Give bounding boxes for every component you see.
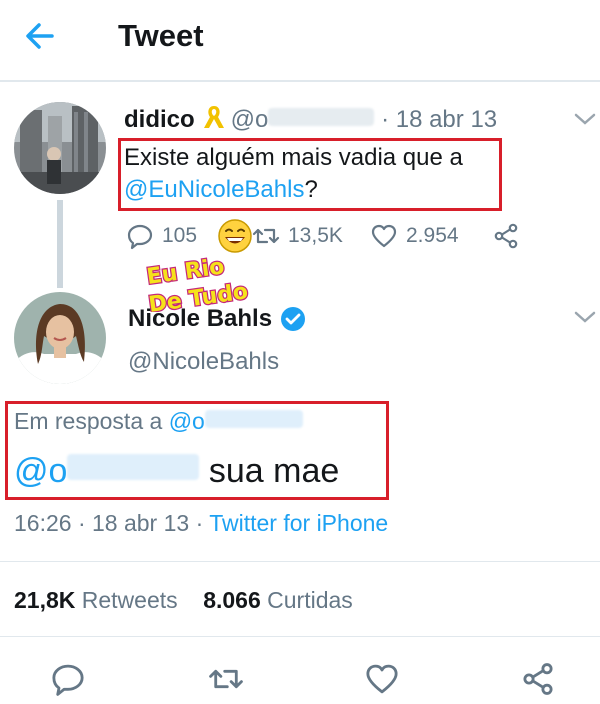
mention-link[interactable]: @EuNicoleBahls (124, 176, 304, 203)
retweets-stat[interactable]: 21,8K Retweets (14, 587, 178, 613)
divider (0, 561, 600, 562)
chevron-down-icon[interactable] (574, 310, 596, 324)
likes-stat[interactable]: 8.066 Curtidas (203, 587, 353, 613)
reply-action[interactable]: 105 (126, 222, 197, 250)
tweet-timestamp: 16:26 · 18 abr 13 · (14, 510, 204, 536)
mention-link[interactable]: @ox (14, 452, 200, 490)
divider (0, 636, 600, 637)
author-name-row: Nicole Bahls (128, 305, 306, 333)
top-bar: Tweet (0, 0, 600, 82)
avatar[interactable] (14, 292, 106, 384)
avatar[interactable] (14, 102, 106, 194)
retweet-icon[interactable] (208, 661, 244, 697)
like-icon[interactable] (364, 661, 400, 697)
thread-line (57, 200, 63, 288)
retweet-icon (252, 228, 280, 244)
tweet-text-end: ? (304, 176, 318, 203)
likes-count: 8.066 (203, 587, 261, 613)
reply-icon (127, 224, 153, 250)
retweet-action[interactable]: 13,5K (252, 222, 343, 250)
author-handle: @NicoleBahls (128, 348, 280, 375)
retweets-label: Retweets (81, 587, 178, 613)
page-title: Tweet (118, 18, 204, 53)
tweet-text-line: @EuNicoleBahls? (124, 174, 463, 206)
tweet-text: Existe alguém mais vadia que a @EuNicole… (124, 142, 463, 206)
ribbon-icon (203, 106, 224, 128)
reply-icon[interactable] (50, 661, 86, 697)
tweet-text-body: sua mae (208, 452, 340, 490)
watermark-logo: Eu Rio De Tudo (144, 253, 251, 312)
reply-context: Em resposta a @ox (14, 408, 303, 435)
retweets-count: 21,8K (14, 587, 76, 613)
share-icon (494, 223, 518, 249)
like-icon (371, 224, 397, 248)
tweet-text: @ox sua mae (14, 452, 339, 491)
tweet-author-row: didico @ox · 18 abr 13 (124, 104, 497, 134)
likes-label: Curtidas (267, 587, 353, 613)
chevron-down-icon[interactable] (574, 112, 596, 126)
share-icon[interactable] (520, 661, 556, 697)
author-handle: @ox (231, 106, 375, 133)
like-count: 2.954 (406, 224, 459, 247)
tweet-meta: 16:26 · 18 abr 13 · Twitter for iPhone (14, 510, 388, 537)
back-arrow-icon[interactable] (22, 18, 58, 54)
share-action[interactable] (492, 222, 520, 250)
tweet-source-link[interactable]: Twitter for iPhone (209, 510, 388, 536)
reply-label: Em resposta a (14, 408, 163, 434)
verified-icon (281, 307, 306, 331)
tweet-stats: 21,8K Retweets 8.066 Curtidas (14, 587, 353, 614)
reply-handle-link[interactable]: @ox (169, 408, 303, 434)
laughing-emoji-icon (218, 219, 252, 253)
reply-count: 105 (162, 224, 198, 247)
tweet-date: · 18 abr 13 (381, 106, 498, 133)
tweet-text-line: Existe alguém mais vadia que a (124, 144, 463, 171)
author-name[interactable]: didico (124, 106, 195, 133)
author-name[interactable]: Nicole Bahls (128, 305, 272, 333)
retweet-count: 13,5K (288, 224, 343, 247)
like-action[interactable]: 2.954 (370, 222, 459, 250)
